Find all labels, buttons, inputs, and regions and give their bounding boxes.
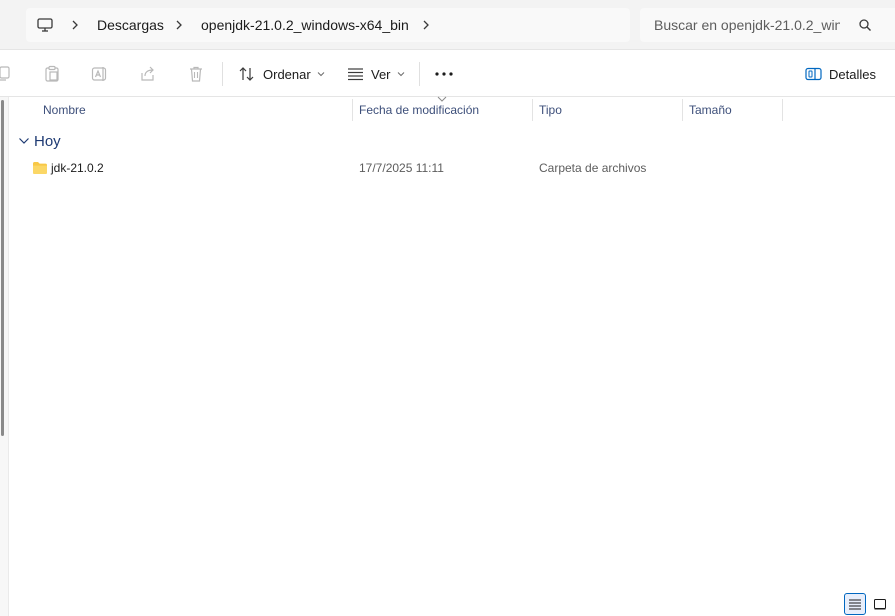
- search-icon[interactable]: [858, 18, 872, 32]
- details-view-icon: [849, 599, 861, 610]
- rename-button[interactable]: [90, 64, 110, 84]
- item-name: jdk-21.0.2: [51, 161, 104, 175]
- folder-icon: [33, 162, 47, 174]
- more-options-button[interactable]: [434, 64, 454, 84]
- view-button[interactable]: Ver: [347, 62, 405, 86]
- delete-button[interactable]: [186, 64, 206, 84]
- details-view-button[interactable]: [844, 593, 866, 615]
- search-box[interactable]: [640, 8, 895, 42]
- column-header-type[interactable]: Tipo: [533, 97, 682, 123]
- breadcrumb-item-descargas[interactable]: Descargas: [97, 16, 164, 34]
- item-type: Carpeta de archivos: [539, 161, 647, 175]
- chevron-right-icon[interactable]: [421, 17, 431, 33]
- share-icon: [141, 66, 154, 81]
- details-pane-button[interactable]: Detalles: [805, 62, 876, 86]
- more-icon: [435, 72, 453, 76]
- computer-icon[interactable]: [36, 16, 54, 34]
- breadcrumb-item-current-folder[interactable]: openjdk-21.0.2_windows-x64_bin: [201, 16, 409, 34]
- command-bar: Ordenar Ver Detalles: [0, 50, 895, 97]
- group-label: Hoy: [34, 132, 61, 150]
- sort-button[interactable]: Ordenar: [238, 62, 325, 86]
- search-input[interactable]: [654, 16, 840, 34]
- delete-icon: [190, 66, 202, 82]
- sort-label: Ordenar: [263, 66, 311, 82]
- group-header-today[interactable]: Hoy: [18, 131, 61, 151]
- column-headers: Nombre Fecha de modificación Tipo Tamaño: [10, 97, 895, 123]
- address-bar-row: Descargas openjdk-21.0.2_windows-x64_bin: [0, 0, 895, 50]
- breadcrumb[interactable]: Descargas openjdk-21.0.2_windows-x64_bin: [26, 8, 630, 42]
- navigation-scrollbar[interactable]: [1, 100, 4, 436]
- chevron-down-icon: [317, 72, 325, 77]
- list-item[interactable]: jdk-21.0.2 17/7/2025 11:11 Carpeta de ar…: [14, 157, 894, 180]
- chevron-down-icon: [19, 138, 29, 144]
- details-label: Detalles: [829, 66, 876, 82]
- chevron-right-icon[interactable]: [70, 17, 80, 33]
- column-header-size[interactable]: Tamaño: [683, 97, 782, 123]
- column-divider[interactable]: [782, 99, 783, 121]
- column-header-name[interactable]: Nombre: [37, 97, 352, 123]
- item-modified: 17/7/2025 11:11: [359, 161, 444, 175]
- chevron-right-icon[interactable]: [174, 17, 184, 33]
- copy-button[interactable]: [0, 64, 14, 84]
- paste-button[interactable]: [42, 64, 62, 84]
- sort-icon: [239, 67, 254, 81]
- tiles-view-button[interactable]: [869, 593, 891, 615]
- toolbar-divider: [419, 62, 420, 86]
- chevron-down-icon: [397, 72, 404, 77]
- column-header-modified[interactable]: Fecha de modificación: [353, 97, 532, 123]
- rename-icon: [91, 67, 107, 81]
- view-list-icon: [348, 68, 363, 81]
- tiles-view-icon: [874, 599, 886, 610]
- paste-icon: [45, 65, 59, 82]
- details-pane-icon: [805, 67, 822, 81]
- view-label: Ver: [371, 66, 391, 82]
- share-button[interactable]: [138, 64, 158, 84]
- toolbar-divider: [222, 62, 223, 86]
- copy-icon: [0, 66, 10, 81]
